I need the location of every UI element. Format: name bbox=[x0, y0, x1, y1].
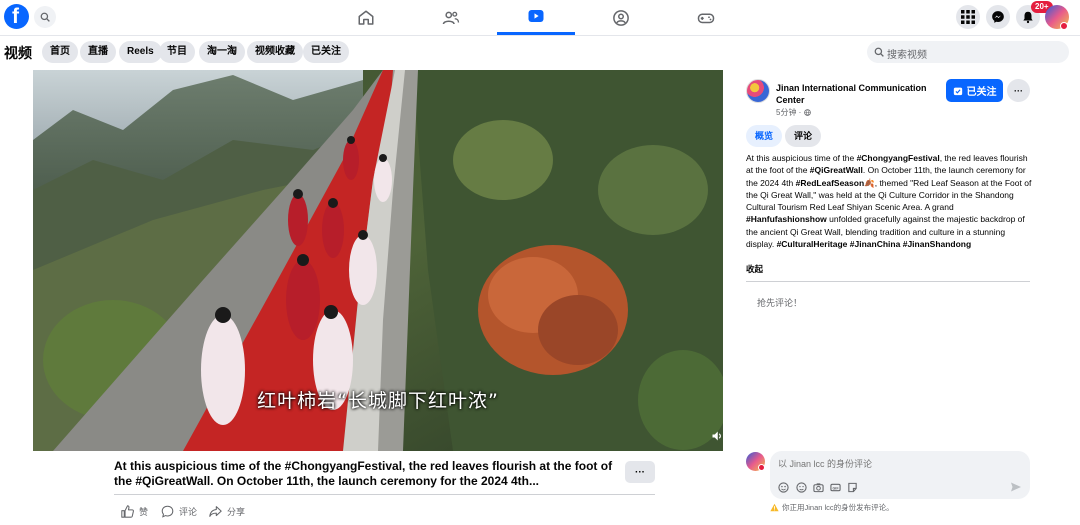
comment-input[interactable] bbox=[778, 457, 1018, 471]
account-status-dot bbox=[1060, 22, 1068, 30]
page-title: 视频 bbox=[4, 45, 32, 61]
like-label: 赞 bbox=[139, 506, 149, 517]
chip-live[interactable]: 直播 bbox=[80, 41, 116, 63]
search-icon bbox=[40, 12, 50, 22]
video-more-button[interactable]: ··· bbox=[625, 461, 655, 483]
chip-home[interactable]: 首页 bbox=[42, 41, 78, 63]
hashtag[interactable]: #RedLeafSeason bbox=[796, 178, 865, 188]
hashtag[interactable]: #CulturalHeritage bbox=[777, 239, 848, 249]
hashtag[interactable]: #JinanChina bbox=[850, 239, 901, 249]
comment-icon bbox=[161, 505, 174, 518]
chip-following[interactable]: 已关注 bbox=[303, 41, 349, 63]
svg-text:GIF: GIF bbox=[832, 486, 839, 490]
video-subtitle: 红叶柿岩“长城脚下红叶浓” bbox=[257, 390, 499, 412]
groups-icon bbox=[613, 9, 629, 26]
search-icon bbox=[874, 47, 884, 57]
globe-icon bbox=[803, 109, 811, 116]
sticker-icon[interactable] bbox=[847, 482, 858, 493]
messenger-button[interactable] bbox=[986, 5, 1010, 29]
camera-icon[interactable] bbox=[813, 482, 824, 493]
panel-more-button[interactable]: ··· bbox=[1007, 79, 1030, 102]
hashtag[interactable]: #JinanShandong bbox=[903, 239, 971, 249]
following-button[interactable]: 已关注 bbox=[946, 79, 1003, 102]
chip-reels[interactable]: Reels bbox=[119, 41, 162, 63]
tab-groups[interactable] bbox=[582, 0, 660, 35]
empty-comments-text: 抢先评论！ bbox=[757, 298, 803, 308]
video-icon bbox=[528, 10, 544, 22]
video-details-panel: Jinan International Communication Center… bbox=[736, 70, 1080, 525]
divider bbox=[746, 281, 1030, 282]
tab-friends[interactable] bbox=[412, 0, 490, 35]
grid-menu-icon bbox=[961, 10, 975, 24]
send-icon[interactable] bbox=[1010, 481, 1022, 493]
collapse-link[interactable]: 收起 bbox=[746, 263, 763, 275]
page-avatar[interactable] bbox=[746, 79, 770, 103]
gaming-icon bbox=[697, 13, 715, 23]
comment-composer: GIF bbox=[770, 451, 1030, 499]
facebook-logo[interactable]: f bbox=[4, 4, 29, 29]
posting-as-notice: 你正用Jinan lcc的身份发布评论。 bbox=[770, 502, 894, 513]
commenter-status-dot bbox=[758, 464, 765, 471]
post-description: At this auspicious time of the #Chongyan… bbox=[746, 153, 1032, 250]
share-icon bbox=[209, 505, 222, 517]
home-icon bbox=[358, 10, 374, 25]
volume-icon[interactable] bbox=[711, 430, 723, 442]
page-name[interactable]: Jinan International Communication Center bbox=[776, 82, 936, 106]
video-player[interactable]: 红叶柿岩“长城脚下红叶浓” bbox=[33, 70, 723, 451]
video-caption: At this auspicious time of the #Chongyan… bbox=[114, 459, 613, 488]
comment-label: 评论 bbox=[179, 506, 198, 517]
comment-button[interactable]: 评论 bbox=[161, 503, 197, 519]
search-button[interactable] bbox=[34, 6, 56, 28]
friends-icon bbox=[442, 11, 460, 24]
chip-shows[interactable]: 节目 bbox=[159, 41, 195, 63]
share-button[interactable]: 分享 bbox=[209, 503, 245, 519]
hashtag[interactable]: #Hanfufashionshow bbox=[746, 214, 827, 224]
tab-overview[interactable]: 概览 bbox=[746, 125, 783, 147]
top-navigation-bar: f 20+ bbox=[0, 0, 1080, 36]
tab-home[interactable] bbox=[327, 0, 405, 35]
divider bbox=[114, 494, 655, 495]
tab-video[interactable] bbox=[497, 0, 575, 35]
menu-button[interactable] bbox=[956, 5, 980, 29]
chip-explore[interactable]: 淘一淘 bbox=[199, 41, 245, 63]
video-subnav: 视频 首页 直播 Reels 节目 淘一淘 视频收藏 已关注 搜索视频 bbox=[0, 37, 1080, 67]
messenger-icon bbox=[992, 11, 1004, 23]
warning-icon bbox=[770, 503, 779, 512]
thumbs-up-icon bbox=[121, 504, 134, 518]
chip-saved-videos[interactable]: 视频收藏 bbox=[247, 41, 303, 63]
video-search-input[interactable]: 搜索视频 bbox=[867, 41, 1069, 63]
hashtag[interactable]: #QiGreatWall bbox=[810, 165, 863, 175]
tab-comments[interactable]: 评论 bbox=[785, 125, 822, 147]
like-button[interactable]: 赞 bbox=[121, 503, 148, 519]
hashtag[interactable]: #ChongyangFestival bbox=[857, 153, 940, 163]
avatar-sticker-icon[interactable] bbox=[778, 482, 789, 493]
following-icon bbox=[953, 87, 962, 95]
emoji-icon[interactable] bbox=[796, 482, 807, 493]
share-label: 分享 bbox=[227, 506, 246, 517]
gif-icon[interactable]: GIF bbox=[830, 482, 841, 493]
post-time: 5分钟 · bbox=[776, 107, 811, 118]
search-placeholder: 搜索视频 bbox=[887, 50, 927, 61]
tab-gaming[interactable] bbox=[667, 0, 745, 35]
